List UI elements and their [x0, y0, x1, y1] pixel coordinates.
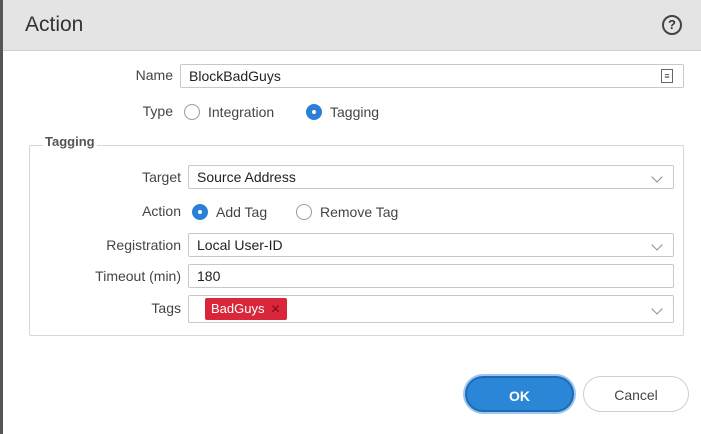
tag-chip[interactable]: BadGuys ✕	[205, 298, 287, 320]
chevron-down-icon	[651, 171, 663, 183]
action-add-tag-radio[interactable]	[192, 204, 208, 220]
close-icon[interactable]: ✕	[270, 302, 280, 316]
registration-label: Registration	[106, 237, 181, 253]
action-add-tag-label[interactable]: Add Tag	[216, 204, 267, 220]
type-tagging-radio[interactable]	[306, 104, 322, 120]
ok-button[interactable]: OK	[465, 376, 574, 412]
action-remove-tag-label[interactable]: Remove Tag	[320, 204, 398, 220]
action-remove-tag-radio[interactable]	[296, 204, 312, 220]
action-label: Action	[142, 203, 181, 219]
action-dialog: Action ? Name BlockBadGuys ≡ Type Integr…	[0, 0, 701, 434]
name-label: Name	[135, 67, 173, 83]
help-icon[interactable]: ?	[662, 15, 682, 35]
timeout-label: Timeout (min)	[95, 268, 181, 284]
name-value: BlockBadGuys	[189, 68, 281, 84]
tag-chip-label: BadGuys	[211, 301, 265, 316]
type-tagging-label[interactable]: Tagging	[330, 104, 379, 120]
notes-icon[interactable]: ≡	[661, 69, 673, 83]
type-integration-radio[interactable]	[184, 104, 200, 120]
timeout-field[interactable]: 180	[188, 264, 674, 288]
registration-value: Local User-ID	[197, 237, 283, 253]
target-value: Source Address	[197, 169, 296, 185]
type-integration-label[interactable]: Integration	[208, 104, 274, 120]
cancel-button[interactable]: Cancel	[583, 376, 689, 412]
registration-select[interactable]: Local User-ID	[188, 233, 674, 257]
chevron-down-icon	[651, 239, 663, 251]
chevron-down-icon	[651, 303, 663, 315]
dialog-titlebar: Action ?	[3, 0, 701, 51]
target-select[interactable]: Source Address	[188, 165, 674, 189]
name-field[interactable]: BlockBadGuys ≡	[180, 64, 684, 88]
target-label: Target	[142, 169, 181, 185]
tagging-section-title: Tagging	[43, 134, 97, 149]
tags-label: Tags	[151, 300, 181, 316]
type-label: Type	[142, 103, 173, 119]
timeout-value: 180	[197, 268, 221, 284]
dialog-title: Action	[25, 13, 84, 36]
